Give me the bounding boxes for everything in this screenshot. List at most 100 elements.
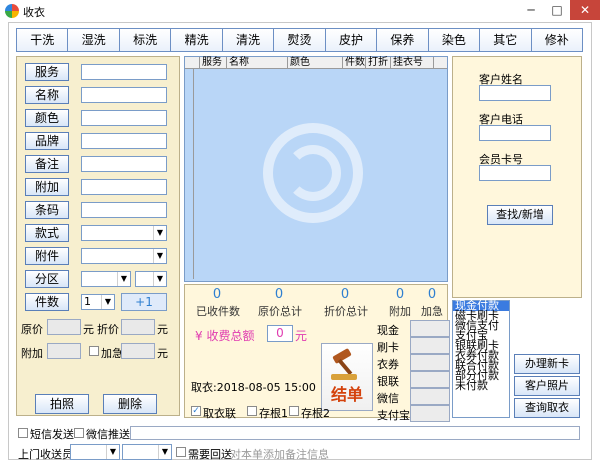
payment-unionpay-field[interactable] bbox=[410, 371, 450, 388]
minimize-button[interactable]: ─ bbox=[518, 0, 544, 20]
fee-unit-label: 元 bbox=[295, 329, 308, 343]
extra-button[interactable]: 附加 bbox=[25, 178, 69, 196]
original-total-value: 0 bbox=[274, 287, 284, 302]
attachment-select[interactable]: ▼ bbox=[81, 248, 167, 264]
grid-row-divider bbox=[193, 69, 194, 279]
discount-total-value: 0 bbox=[340, 287, 350, 302]
maximize-button[interactable]: □ bbox=[544, 0, 570, 20]
service-button[interactable]: 服务 bbox=[25, 63, 69, 81]
tab-wet-wash[interactable]: 湿洗 bbox=[67, 28, 120, 52]
customer-phone-input[interactable] bbox=[479, 125, 551, 141]
find-add-button[interactable]: 查找/新增 bbox=[487, 205, 553, 225]
payment-voucher-field[interactable] bbox=[410, 354, 450, 371]
footer-bar: 上门收送员 ▼ ▼ 需要回送 对本单添加备注信息 bbox=[16, 444, 582, 462]
zone-select-2[interactable]: ▼ bbox=[135, 271, 167, 287]
collected-count-value: 0 bbox=[212, 287, 222, 302]
watermark-logo-inner-icon bbox=[285, 145, 341, 201]
grid-header: 服务 名称 颜色 件数 打折 挂衣号 bbox=[185, 57, 447, 69]
stub1-label: 存根1 bbox=[259, 407, 288, 420]
remark-field[interactable] bbox=[81, 156, 167, 172]
extra-total-value: 0 bbox=[395, 287, 405, 302]
tab-dyeing[interactable]: 染色 bbox=[427, 28, 481, 52]
original-price-field[interactable] bbox=[47, 319, 81, 335]
urgent-checkbox[interactable] bbox=[89, 346, 99, 356]
payment-cash-field[interactable] bbox=[410, 320, 450, 337]
pickup-slip-checkbox[interactable]: ✓ bbox=[191, 406, 201, 416]
color-field[interactable] bbox=[81, 110, 167, 126]
photo-button[interactable]: 拍照 bbox=[35, 394, 89, 414]
delete-button[interactable]: 删除 bbox=[103, 394, 157, 414]
barcode-field[interactable] bbox=[81, 202, 167, 218]
urgent-fee-field[interactable] bbox=[121, 343, 155, 359]
tab-standard-wash[interactable]: 标洗 bbox=[118, 28, 172, 52]
column-qty[interactable]: 件数 bbox=[343, 57, 366, 68]
urgent-label: 加急 bbox=[101, 347, 123, 360]
name-field[interactable] bbox=[81, 87, 167, 103]
sms-checkbox[interactable] bbox=[18, 428, 28, 438]
gavel-icon bbox=[331, 348, 357, 380]
customer-photo-button[interactable]: 客户照片 bbox=[514, 376, 580, 396]
wechat-checkbox[interactable] bbox=[74, 428, 84, 438]
checkout-button[interactable]: 结单 bbox=[321, 343, 373, 411]
new-card-button[interactable]: 办理新卡 bbox=[514, 354, 580, 374]
style-select[interactable]: ▼ bbox=[81, 225, 167, 241]
message-field[interactable] bbox=[130, 426, 580, 440]
tab-clean[interactable]: 清洗 bbox=[221, 28, 275, 52]
service-field[interactable] bbox=[81, 64, 167, 80]
zone-button[interactable]: 分区 bbox=[25, 270, 69, 288]
note-hint[interactable]: 对本单添加备注信息 bbox=[230, 446, 329, 462]
payment-card-field[interactable] bbox=[410, 337, 450, 354]
payment-wechat-field[interactable] bbox=[410, 388, 450, 405]
extra-fee-field[interactable] bbox=[47, 343, 81, 359]
remark-button[interactable]: 备注 bbox=[25, 155, 69, 173]
close-button[interactable]: ✕ bbox=[570, 0, 600, 20]
tab-repair[interactable]: 修补 bbox=[530, 28, 583, 52]
color-button[interactable]: 颜色 bbox=[25, 109, 69, 127]
category-tabs: 干洗 湿洗 标洗 精洗 清洗 熨烫 皮护 保养 染色 其它 修补 bbox=[16, 28, 583, 52]
customer-name-input[interactable] bbox=[479, 85, 551, 101]
chevron-down-icon: ▼ bbox=[106, 445, 119, 459]
wechat-label: 微信推送 bbox=[86, 428, 130, 441]
tab-other[interactable]: 其它 bbox=[479, 28, 532, 52]
zone-select-1[interactable]: ▼ bbox=[81, 271, 131, 287]
courier-select-2[interactable]: ▼ bbox=[122, 444, 172, 460]
stub2-checkbox[interactable] bbox=[289, 406, 299, 416]
column-name[interactable]: 名称 bbox=[227, 57, 288, 68]
style-button[interactable]: 款式 bbox=[25, 224, 69, 242]
chevron-down-icon: ▼ bbox=[101, 295, 114, 309]
column-service[interactable]: 服务 bbox=[200, 57, 227, 68]
query-pickup-button[interactable]: 查询取衣 bbox=[514, 398, 580, 418]
items-grid[interactable]: 服务 名称 颜色 件数 打折 挂衣号 bbox=[184, 56, 448, 282]
tab-leather-care[interactable]: 皮护 bbox=[324, 28, 378, 52]
payment-cash-label: 现金 bbox=[377, 324, 399, 337]
tab-dry-clean[interactable]: 干洗 bbox=[16, 28, 69, 52]
totals-panel: 0 已收件数 0 原价总计 0 折价总计 0 附加 0 加急 ¥ 收费总额 0 … bbox=[184, 284, 448, 420]
courier-select[interactable]: ▼ bbox=[70, 444, 120, 460]
payment-alipay-field[interactable] bbox=[410, 405, 450, 422]
tab-maintenance[interactable]: 保养 bbox=[376, 28, 429, 52]
name-button[interactable]: 名称 bbox=[25, 86, 69, 104]
tab-ironing[interactable]: 熨烫 bbox=[273, 28, 326, 52]
need-return-label: 需要回送 bbox=[188, 448, 232, 461]
quantity-button[interactable]: 件数 bbox=[25, 293, 69, 311]
column-discount[interactable]: 打折 bbox=[366, 57, 391, 68]
brand-button[interactable]: 品牌 bbox=[25, 132, 69, 150]
member-card-input[interactable] bbox=[479, 165, 551, 181]
column-color[interactable]: 颜色 bbox=[288, 57, 343, 68]
barcode-button[interactable]: 条码 bbox=[25, 201, 69, 219]
need-return-checkbox[interactable] bbox=[176, 447, 186, 457]
extra-field[interactable] bbox=[81, 179, 167, 195]
list-item[interactable]: 未付款 bbox=[453, 380, 509, 391]
plus-one-button[interactable]: +1 bbox=[121, 293, 167, 311]
column-hanger-no[interactable]: 挂衣号 bbox=[391, 57, 434, 68]
stub1-checkbox[interactable] bbox=[247, 406, 257, 416]
discount-price-field[interactable] bbox=[121, 319, 155, 335]
brand-field[interactable] bbox=[81, 133, 167, 149]
attachment-button[interactable]: 附件 bbox=[25, 247, 69, 265]
fee-total-label: ¥ 收费总额 bbox=[195, 329, 255, 343]
payment-method-list[interactable]: 现金付款 磁卡刷卡 微信支付 支付宝 银联刷卡 衣券付款 联合付款 部分付款 未… bbox=[452, 300, 510, 418]
tab-fine-wash[interactable]: 精洗 bbox=[170, 28, 223, 52]
quantity-select[interactable]: 1 ▼ bbox=[81, 294, 115, 310]
chevron-down-icon: ▼ bbox=[153, 272, 166, 286]
fee-total-field[interactable]: 0 bbox=[267, 325, 293, 342]
